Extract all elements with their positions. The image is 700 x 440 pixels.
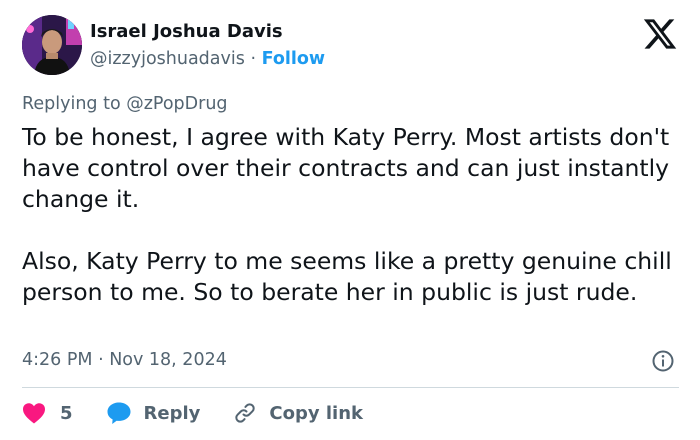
author-handle[interactable]: @izzyjoshuadavis	[90, 49, 245, 69]
reply-label: Reply	[143, 402, 201, 424]
info-icon[interactable]	[651, 349, 675, 373]
link-icon	[235, 403, 256, 423]
x-logo-icon[interactable]	[641, 16, 679, 52]
tweet-card: Israel Joshua Davis @izzyjoshuadavis · F…	[0, 0, 700, 440]
action-bar: 5 Reply Copy link	[22, 398, 363, 428]
tweet-timestamp[interactable]: 4:26 PM · Nov 18, 2024	[22, 350, 227, 370]
avatar[interactable]	[22, 15, 82, 75]
author-handle-row: @izzyjoshuadavis · Follow	[90, 49, 325, 69]
heart-icon	[23, 403, 45, 424]
like-button[interactable]: 5	[22, 402, 73, 424]
tweet-paragraph: Also, Katy Perry to me seems like a pret…	[22, 247, 672, 306]
tweet-paragraph: To be honest, I agree with Katy Perry. M…	[22, 123, 670, 213]
reply-context[interactable]: Replying to @zPopDrug	[22, 94, 228, 114]
divider	[22, 387, 679, 388]
reply-button[interactable]: Reply	[106, 401, 201, 425]
copy-link-label: Copy link	[269, 402, 363, 424]
follow-button[interactable]: Follow	[262, 49, 325, 69]
handle-separator: ·	[250, 49, 257, 69]
tweet-text: To be honest, I agree with Katy Perry. M…	[22, 122, 687, 308]
author-name[interactable]: Israel Joshua Davis	[90, 21, 283, 42]
copy-link-button[interactable]: Copy link	[233, 401, 363, 425]
like-count: 5	[60, 402, 73, 424]
speech-bubble-icon	[107, 402, 131, 424]
